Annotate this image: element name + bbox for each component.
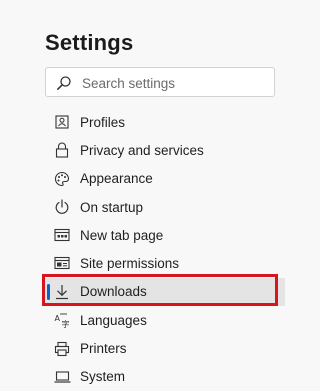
sidebar-item-label: Languages bbox=[80, 312, 147, 328]
power-icon bbox=[53, 198, 71, 216]
lock-icon bbox=[53, 141, 71, 159]
profile-card-icon bbox=[53, 113, 71, 131]
sidebar-item-on-startup[interactable]: On startup bbox=[45, 193, 285, 221]
sidebar-item-profiles[interactable]: Profiles bbox=[45, 108, 285, 136]
sidebar-item-languages[interactable]: A 字 Languages bbox=[45, 306, 285, 334]
languages-icon: A 字 bbox=[53, 311, 71, 329]
sidebar-item-system[interactable]: System bbox=[45, 363, 285, 391]
site-permissions-icon bbox=[53, 255, 71, 273]
settings-sidebar: Settings Profiles bbox=[0, 0, 300, 384]
sidebar-item-label: Downloads bbox=[80, 284, 147, 300]
printer-icon bbox=[53, 340, 71, 358]
sidebar-item-label: On startup bbox=[80, 199, 144, 215]
laptop-icon bbox=[53, 368, 71, 386]
sidebar-item-new-tab-page[interactable]: New tab page bbox=[45, 221, 285, 249]
sidebar-item-label: Privacy and services bbox=[80, 142, 204, 158]
svg-text:字: 字 bbox=[61, 319, 69, 328]
sidebar-item-label: Site permissions bbox=[80, 256, 180, 272]
search-box[interactable] bbox=[45, 67, 275, 97]
svg-text:A: A bbox=[54, 314, 60, 323]
sidebar-item-appearance[interactable]: Appearance bbox=[45, 165, 285, 193]
palette-icon bbox=[53, 170, 71, 188]
new-tab-icon bbox=[53, 226, 71, 244]
sidebar-item-privacy[interactable]: Privacy and services bbox=[45, 136, 285, 164]
sidebar-item-site-permissions[interactable]: Site permissions bbox=[45, 249, 285, 277]
sidebar-item-printers[interactable]: Printers bbox=[45, 334, 285, 362]
sidebar-item-label: Profiles bbox=[80, 114, 126, 130]
sidebar-item-label: Appearance bbox=[80, 171, 153, 187]
sidebar-item-label: Printers bbox=[80, 341, 127, 357]
download-icon bbox=[53, 283, 71, 301]
search-icon bbox=[56, 75, 72, 91]
sidebar-item-label: System bbox=[80, 369, 126, 385]
search-input[interactable] bbox=[80, 72, 270, 94]
page-title: Settings bbox=[45, 30, 134, 55]
sidebar-item-downloads[interactable]: Downloads bbox=[45, 277, 285, 307]
settings-nav: Profiles Privacy and services Appearance… bbox=[45, 108, 285, 391]
sidebar-item-label: New tab page bbox=[80, 227, 164, 243]
